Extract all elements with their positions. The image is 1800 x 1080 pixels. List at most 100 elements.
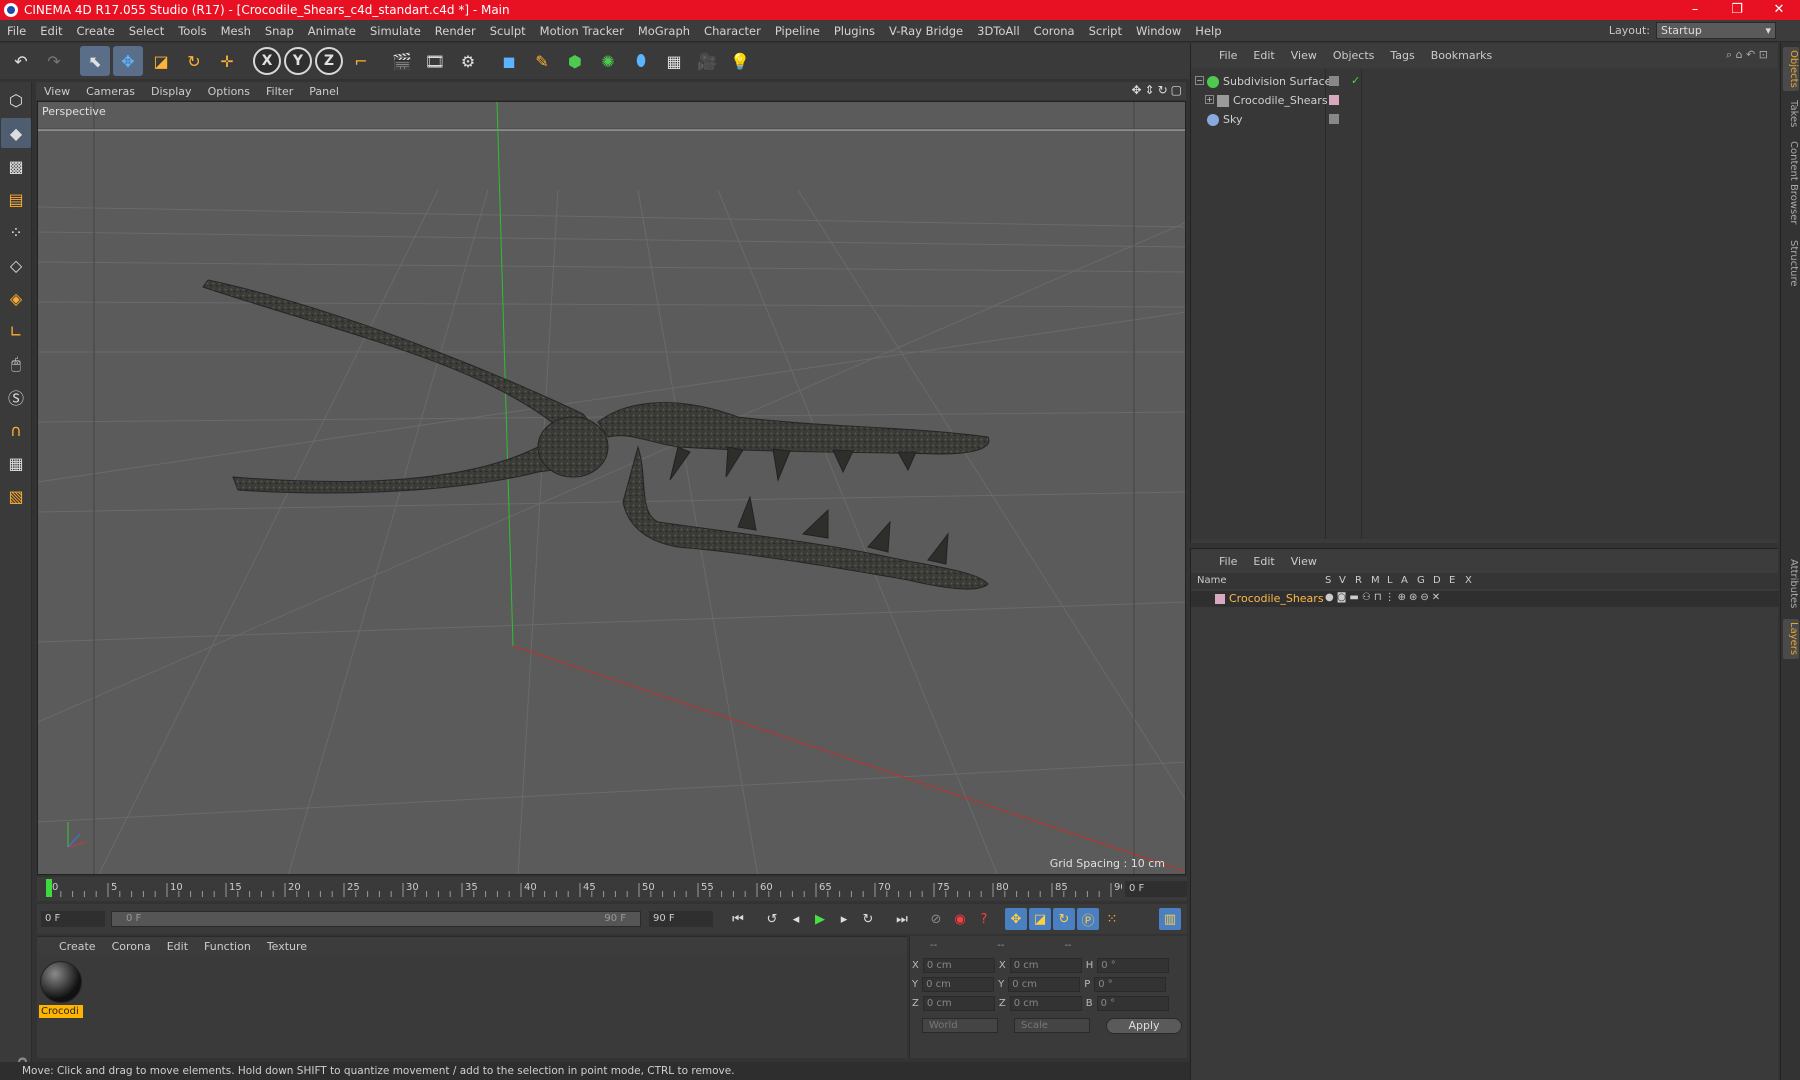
object-name[interactable]: Crocodile_Shears [1233,94,1328,107]
timeline-ruler[interactable]: 0 5 10 15 20 25 30 35 40 45 50 55 60 65 70 75 80 85 90 0 F [37,877,1187,901]
viewport-menu-display[interactable]: Display [143,85,200,98]
edges-mode-icon[interactable]: ◇ [1,250,31,280]
size-y-field[interactable]: 0 cm [1008,977,1081,992]
next-frame-icon[interactable]: ▸ [833,908,855,930]
size-z-field[interactable]: 0 cm [1009,996,1082,1011]
key-scale-icon[interactable]: ◪ [1029,908,1051,930]
viewport-menu-cameras[interactable]: Cameras [78,85,143,98]
material-menu-corona[interactable]: Corona [104,940,159,953]
light-icon[interactable]: 💡 [725,46,755,76]
workplane-lock-icon[interactable]: ▦ [1,448,31,478]
start-frame-field[interactable]: 0 F [41,911,105,927]
position-z-field[interactable]: 0 cm [922,996,995,1011]
objects-menu-view[interactable]: View [1283,49,1325,62]
key-position-icon[interactable]: ✥ [1005,908,1027,930]
object-row-subdivision-surface[interactable]: − Subdivision Surface ✓ [1191,73,1779,91]
menu-pipeline[interactable]: Pipeline [768,24,827,38]
menu-sculpt[interactable]: Sculpt [483,24,533,38]
make-editable-icon[interactable]: ⬡ [1,85,31,115]
play-icon[interactable]: ▶ [809,908,831,930]
key-pla-icon[interactable]: ⁙ [1101,908,1123,930]
close-button[interactable]: ✕ [1758,0,1800,20]
undo-icon[interactable]: ↶ [6,46,36,76]
deformer-icon[interactable]: ⬮ [626,46,656,76]
menu-plugins[interactable]: Plugins [827,24,882,38]
object-name[interactable]: Sky [1223,113,1242,126]
autokey-record-icon[interactable]: ◉ [949,908,971,930]
objects-menu-objects[interactable]: Objects [1325,49,1383,62]
material-menu-function[interactable]: Function [196,940,259,953]
menu-mesh[interactable]: Mesh [214,24,258,38]
material-name-label[interactable]: Crocodi [39,1005,83,1018]
floor-scene-icon[interactable]: ▦ [659,46,689,76]
position-y-field[interactable]: 0 cm [922,977,995,992]
y-axis-lock-button[interactable]: Y [284,47,312,75]
array-generator-icon[interactable]: ✺ [593,46,623,76]
live-selection-icon[interactable]: ⬉ [80,46,110,76]
subdivision-surface-icon[interactable]: ⬢ [560,46,590,76]
layers-menu-file[interactable]: File [1211,555,1245,568]
objects-menu-bookmarks[interactable]: Bookmarks [1423,49,1500,62]
menu-mograph[interactable]: MoGraph [631,24,697,38]
enabled-check-icon[interactable]: ✓ [1351,74,1360,87]
points-mode-icon[interactable]: ⁘ [1,217,31,247]
menu-create[interactable]: Create [70,24,122,38]
model-mode-icon[interactable]: ◆ [1,118,31,148]
material-menu-edit[interactable]: Edit [159,940,196,953]
menu-select[interactable]: Select [122,24,171,38]
menu-corona[interactable]: Corona [1027,24,1082,38]
layer-color-swatch[interactable] [1215,594,1225,604]
solo-mode-icon[interactable]: Ⓢ [1,382,31,412]
layers-menu-edit[interactable]: Edit [1245,555,1282,568]
menu-animate[interactable]: Animate [301,24,363,38]
tweak-mode-icon[interactable]: 🖱 [1,349,31,379]
frame-range-slider[interactable]: 0 F 90 F [111,911,641,927]
layout-dropdown[interactable]: Startup [1656,22,1776,39]
menu-simulate[interactable]: Simulate [363,24,428,38]
coordinate-space-dropdown[interactable]: World [922,1018,998,1033]
go-to-start-icon[interactable]: ⏮ [727,908,749,930]
rotation-h-field[interactable]: 0 ° [1097,958,1170,973]
layer-color-swatch[interactable] [1329,95,1339,105]
viewport-menu-panel[interactable]: Panel [301,85,347,98]
layers-menu-view[interactable]: View [1283,555,1325,568]
key-rotation-icon[interactable]: ↻ [1053,908,1075,930]
position-x-field[interactable]: 0 cm [922,958,995,973]
menu-render[interactable]: Render [428,24,483,38]
objects-search-icon[interactable]: ⌕ ⌂ ↶ ⊡ [1726,48,1768,62]
rotate-tool-icon[interactable]: ↻ [179,46,209,76]
cube-primitive-icon[interactable]: ◼ [494,46,524,76]
go-to-end-icon[interactable]: ⏭ [891,908,913,930]
axis-mode-icon[interactable]: ∟ [1,316,31,346]
menu-snap[interactable]: Snap [258,24,301,38]
object-row-crocodile-shears[interactable]: + Crocodile_Shears [1191,92,1779,110]
objects-menu-tags[interactable]: Tags [1382,49,1422,62]
redo-icon[interactable]: ↷ [39,46,69,76]
perspective-viewport[interactable]: Perspective Grid Spacing : 10 cm [37,101,1186,875]
objects-menu-edit[interactable]: Edit [1245,49,1282,62]
collapse-icon[interactable]: − [1195,76,1204,85]
spline-pen-icon[interactable]: ✎ [527,46,557,76]
tab-structure[interactable]: Structure [1783,235,1799,291]
render-settings-icon[interactable]: ⚙ [453,46,483,76]
object-name[interactable]: Subdivision Surface [1223,75,1331,88]
texture-mode-icon[interactable]: ▩ [1,151,31,181]
material-menu-create[interactable]: Create [51,940,104,953]
minimize-button[interactable]: – [1674,0,1716,20]
layer-tag-icon[interactable] [1329,114,1339,124]
viewport-menu-view[interactable]: View [36,85,78,98]
transform-tool-icon[interactable]: ✛ [212,46,242,76]
menu-script[interactable]: Script [1082,24,1129,38]
viewport-menu-options[interactable]: Options [200,85,258,98]
menu-tools[interactable]: Tools [171,24,213,38]
objects-menu-file[interactable]: File [1211,49,1245,62]
menu-window[interactable]: Window [1129,24,1188,38]
move-tool-icon[interactable]: ✥ [113,46,143,76]
render-picture-viewer-icon[interactable]: 🎞 [420,46,450,76]
apply-button[interactable]: Apply [1106,1018,1182,1034]
menu-help[interactable]: Help [1188,24,1228,38]
zoom-view-icon[interactable]: ⇕ [1145,83,1155,97]
locked-workplane-icon[interactable]: ▧ [1,481,31,511]
layer-row[interactable]: Crocodile_Shears ●◙▬⚇⊓⋮⊕⊛⊖✕ [1191,591,1779,607]
layer-tag-icon[interactable] [1329,76,1339,86]
